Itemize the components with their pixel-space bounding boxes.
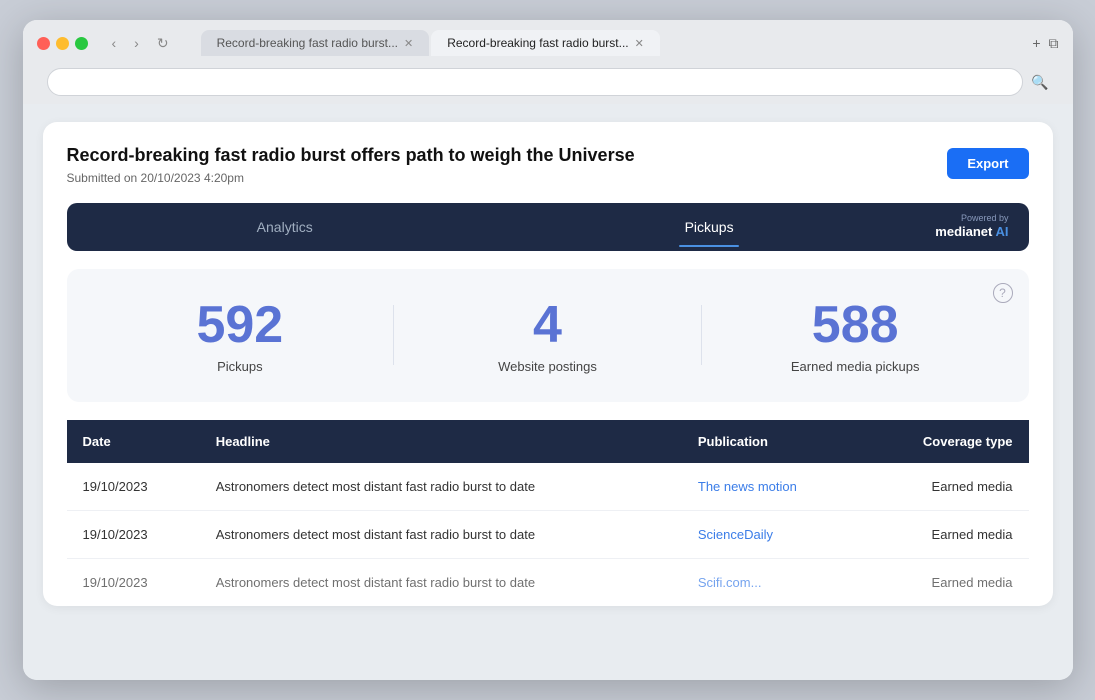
cell-headline: Astronomers detect most distant fast rad… (200, 463, 682, 511)
powered-by-text: Powered by (935, 213, 1008, 223)
stat-pickups-number: 592 (87, 297, 394, 354)
stat-earned-media: 588 Earned media pickups (702, 297, 1009, 373)
stat-website-number: 4 (394, 297, 701, 354)
brand-name: medianet AI (935, 224, 1008, 239)
stat-pickups-label: Pickups (87, 359, 394, 374)
table-header-row: Date Headline Publication Coverage type (67, 420, 1029, 463)
page-card: Record-breaking fast radio burst offers … (43, 122, 1053, 606)
pickups-table: Date Headline Publication Coverage type … (67, 420, 1029, 606)
back-button[interactable]: ‹ (108, 33, 121, 53)
address-bar[interactable] (47, 68, 1024, 96)
browser-window: ‹ › ↻ Record-breaking fast radio burst..… (23, 20, 1073, 680)
refresh-button[interactable]: ↻ (153, 33, 173, 54)
browser-controls: ‹ › ↻ Record-breaking fast radio burst..… (37, 30, 1059, 56)
cell-coverage-type: Earned media (862, 463, 1029, 511)
publication-link[interactable]: Scifi.com... (698, 575, 762, 590)
browser-tabs: Record-breaking fast radio burst... ✕ Re… (201, 30, 1025, 56)
table-row: 19/10/2023 Astronomers detect most dista… (67, 463, 1029, 511)
stat-website-label: Website postings (394, 359, 701, 374)
browser-nav: ‹ › ↻ (108, 33, 173, 54)
tab-label: Record-breaking fast radio burst... (217, 36, 398, 50)
forward-button[interactable]: › (130, 33, 143, 53)
tab-navigation: Analytics Pickups Powered by medianet AI (67, 203, 1029, 251)
help-icon[interactable]: ? (993, 283, 1013, 303)
page-header: Record-breaking fast radio burst offers … (67, 144, 1029, 185)
stat-earned-number: 588 (702, 297, 1009, 354)
tab-analytics[interactable]: Analytics (73, 209, 497, 245)
table-row: 19/10/2023 Astronomers detect most dista… (67, 510, 1029, 558)
address-bar-row: 🔍 (37, 62, 1059, 104)
stat-pickups: 592 Pickups (87, 297, 394, 373)
stats-card: ? 592 Pickups 4 Website postings 588 Ear… (67, 269, 1029, 401)
cell-publication[interactable]: Scifi.com... (682, 558, 862, 606)
window-control-button[interactable]: ⧉ (1049, 35, 1059, 52)
cell-headline: Astronomers detect most distant fast rad… (200, 558, 682, 606)
browser-tab-1[interactable]: Record-breaking fast radio burst... ✕ (201, 30, 430, 56)
close-button[interactable] (37, 37, 50, 50)
brand-area: Powered by medianet AI (921, 207, 1022, 247)
col-date: Date (67, 420, 200, 463)
article-title: Record-breaking fast radio burst offers … (67, 144, 635, 167)
stat-earned-label: Earned media pickups (702, 359, 1009, 374)
publication-link[interactable]: The news motion (698, 479, 797, 494)
tab-close-1[interactable]: ✕ (404, 37, 413, 50)
article-info: Record-breaking fast radio burst offers … (67, 144, 635, 185)
col-headline: Headline (200, 420, 682, 463)
cell-date: 19/10/2023 (67, 463, 200, 511)
stat-website-postings: 4 Website postings (394, 297, 701, 373)
publication-link[interactable]: ScienceDaily (698, 527, 773, 542)
browser-tab-2[interactable]: Record-breaking fast radio burst... ✕ (431, 30, 660, 56)
cell-headline: Astronomers detect most distant fast rad… (200, 510, 682, 558)
cell-publication[interactable]: ScienceDaily (682, 510, 862, 558)
export-button[interactable]: Export (947, 148, 1028, 179)
tab-pickups[interactable]: Pickups (497, 209, 921, 245)
cell-coverage-type: Earned media (862, 510, 1029, 558)
col-coverage-type: Coverage type (862, 420, 1029, 463)
traffic-lights (37, 37, 88, 50)
cell-publication[interactable]: The news motion (682, 463, 862, 511)
cell-date: 19/10/2023 (67, 510, 200, 558)
col-publication: Publication (682, 420, 862, 463)
browser-titlebar: ‹ › ↻ Record-breaking fast radio burst..… (23, 20, 1073, 104)
tab-close-2[interactable]: ✕ (635, 37, 644, 50)
cell-coverage-type: Earned media (862, 558, 1029, 606)
article-subtitle: Submitted on 20/10/2023 4:20pm (67, 171, 635, 185)
search-icon[interactable]: 🔍 (1031, 74, 1048, 91)
cell-date: 19/10/2023 (67, 558, 200, 606)
minimize-button[interactable] (56, 37, 69, 50)
new-tab-button[interactable]: + (1032, 35, 1040, 51)
maximize-button[interactable] (75, 37, 88, 50)
table-row: 19/10/2023 Astronomers detect most dista… (67, 558, 1029, 606)
tab-label-active: Record-breaking fast radio burst... (447, 36, 628, 50)
browser-content: Record-breaking fast radio burst offers … (23, 104, 1073, 680)
